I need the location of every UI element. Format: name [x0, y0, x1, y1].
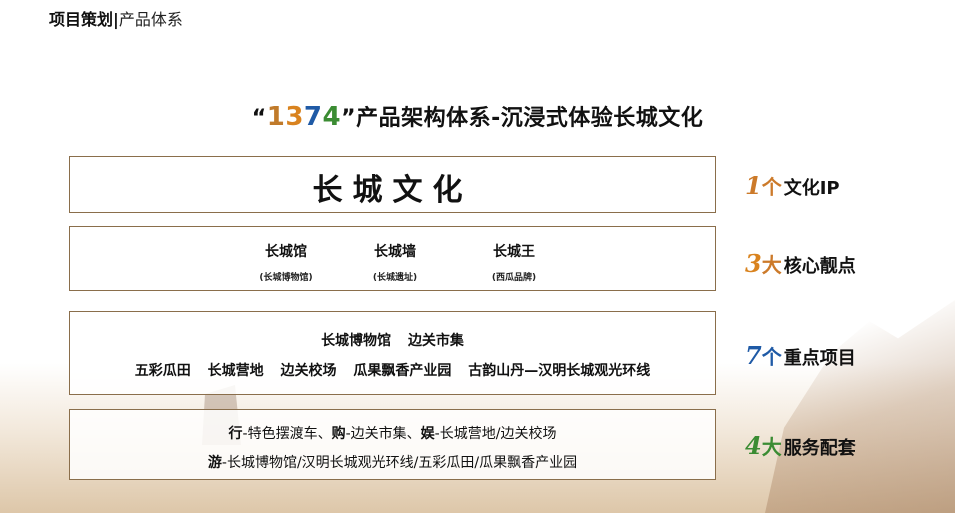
side-label-unit: 大: [761, 253, 782, 277]
title-digit-4: 4: [322, 102, 342, 132]
main-title: “1374”产品架构体系-沉浸式体验长城文化: [0, 100, 955, 132]
main-title-close-quote: ”: [341, 106, 357, 131]
service-value: -长城营地/边关校场: [434, 426, 557, 442]
service-key: 行: [228, 426, 243, 442]
service-key: 游: [207, 455, 222, 471]
main-title-text: 产品架构体系-沉浸式体验长城文化: [356, 106, 704, 131]
highlight-item: 长城墙 (长城遗址): [335, 227, 455, 283]
tier-highlights-box: 长城馆 (长城博物馆) 长城墙 (长城遗址) 长城王 (西瓜品牌): [69, 226, 716, 291]
side-label-core-highlights: 3大 核心靓点: [745, 249, 856, 278]
services-row-1: 行-特色摆渡车、购-边关市集、娱-长城营地/边关校场: [70, 423, 715, 443]
side-label-text: 服务配套: [783, 438, 856, 459]
side-label-key-projects: 7个 重点项目: [745, 341, 856, 370]
tier-services-box: 行-特色摆渡车、购-边关市集、娱-长城营地/边关校场 游-长城博物馆/汉明长城观…: [69, 409, 716, 480]
highlight-item: 长城馆 (长城博物馆): [226, 227, 346, 283]
service-key: 娱: [420, 426, 435, 442]
projects-row-2: 五彩瓜田 长城营地 边关校场 瓜果飘香产业园 古韵山丹—汉明长城观光环线: [70, 360, 715, 380]
side-label-text: 核心靓点: [783, 256, 856, 277]
project-item: 边关校场: [280, 363, 337, 379]
side-label-number: 1: [745, 171, 762, 200]
side-label-text: 文化IP: [783, 178, 840, 199]
highlight-label: 长城馆: [265, 244, 307, 260]
project-item: 长城博物馆: [321, 333, 392, 349]
highlight-label: 长城墙: [374, 244, 416, 260]
header-title: 项目策划: [49, 10, 114, 29]
service-value: -边关市集、: [345, 426, 421, 442]
highlight-sub: (西瓜品牌): [491, 273, 537, 283]
main-title-open-quote: “: [251, 106, 267, 131]
highlight-sub: (长城博物馆): [259, 273, 313, 283]
project-item: 瓜果飘香产业园: [353, 363, 452, 379]
tier-projects-box: 长城博物馆 边关市集 五彩瓜田 长城营地 边关校场 瓜果飘香产业园 古韵山丹—汉…: [69, 311, 716, 395]
side-label-culture-ip: 1个 文化IP: [745, 171, 840, 200]
title-digit-3: 3: [285, 102, 304, 132]
highlight-item: 长城王 (西瓜品牌): [454, 227, 574, 283]
side-label-number: 4: [745, 431, 762, 460]
highlight-label: 长城王: [493, 244, 535, 260]
highlight-sub: (长城遗址): [372, 273, 418, 283]
project-item: 古韵山丹—汉明长城观光环线: [468, 363, 651, 379]
side-label-unit: 个: [761, 345, 782, 369]
service-value: -长城博物馆/汉明长城观光环线/五彩瓜田/瓜果飘香产业园: [221, 455, 578, 471]
side-label-unit: 大: [761, 435, 782, 459]
service-key: 购: [331, 426, 346, 442]
side-label-number: 3: [745, 249, 762, 278]
header-subtitle: 产品体系: [118, 10, 183, 29]
side-label-services: 4大 服务配套: [745, 431, 856, 460]
title-digit-1: 1: [266, 102, 286, 132]
side-label-number: 7: [745, 341, 762, 370]
tier-culture-text: 长城文化: [312, 173, 473, 208]
project-item: 边关市集: [407, 333, 464, 349]
side-label-unit: 个: [761, 175, 782, 199]
services-row-2: 游-长城博物馆/汉明长城观光环线/五彩瓜田/瓜果飘香产业园: [70, 452, 715, 472]
project-item: 长城营地: [207, 363, 264, 379]
service-value: -特色摆渡车、: [242, 426, 332, 442]
side-label-text: 重点项目: [783, 348, 856, 369]
title-digit-7: 7: [303, 102, 323, 132]
projects-row-1: 长城博物馆 边关市集: [70, 330, 715, 350]
page-header: 项目策划|产品体系: [49, 6, 183, 30]
tier-culture-box: 长城文化: [69, 156, 716, 213]
project-item: 五彩瓜田: [134, 363, 191, 379]
